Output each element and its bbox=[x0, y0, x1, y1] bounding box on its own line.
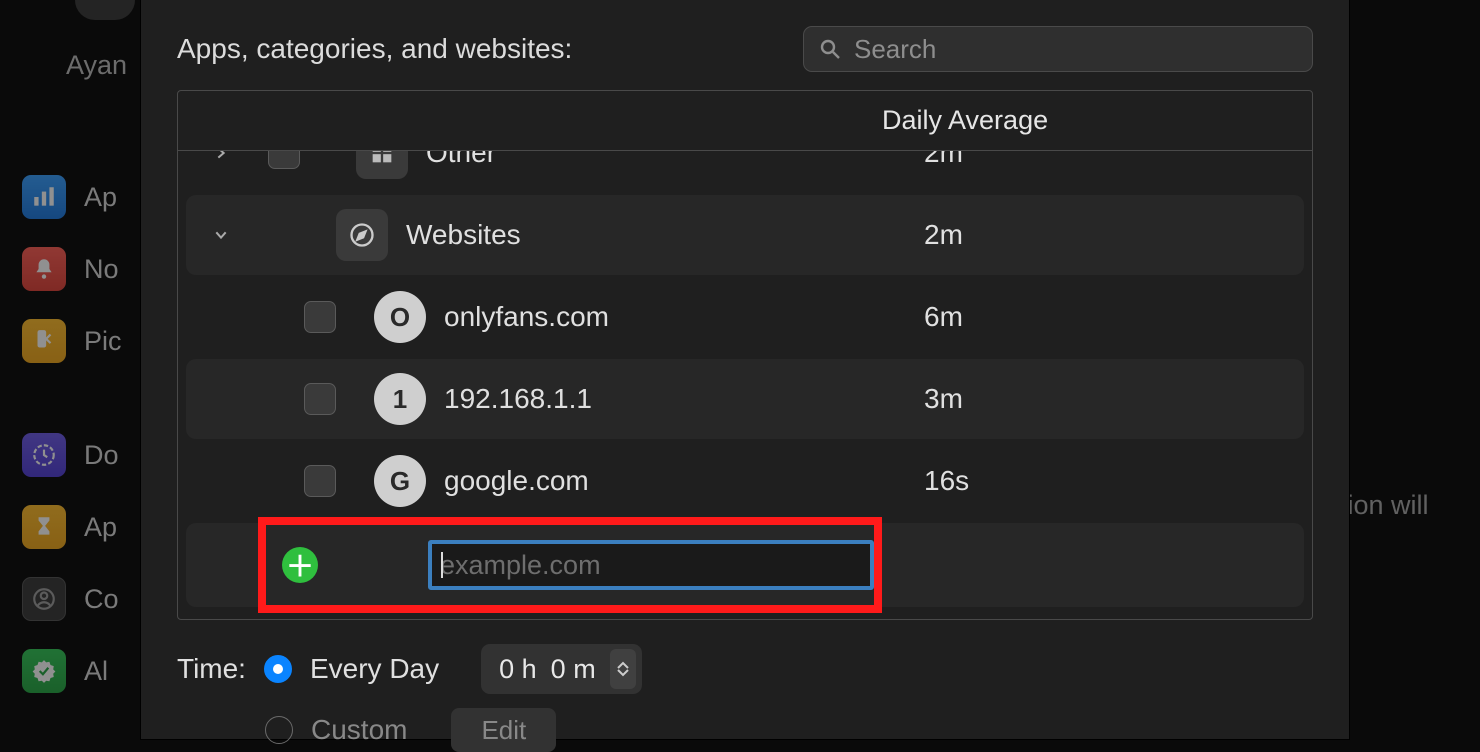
checkbox[interactable] bbox=[304, 465, 336, 497]
stepper-arrows[interactable] bbox=[610, 649, 636, 689]
sidebar-item-label: Co bbox=[84, 584, 119, 615]
checkbox[interactable] bbox=[268, 151, 300, 169]
rows-viewport[interactable]: Other 2m Websites 2m bbox=[178, 151, 1312, 620]
check-seal-icon bbox=[22, 649, 66, 693]
chevron-up-icon bbox=[617, 661, 629, 669]
sidebar-item-app-usage[interactable]: Ap bbox=[0, 161, 140, 233]
custom-label: Custom bbox=[311, 714, 407, 746]
chevron-right-icon[interactable] bbox=[206, 151, 236, 161]
background-text-fragment: tion will bbox=[1340, 490, 1480, 521]
text-caret bbox=[441, 552, 443, 578]
website-row[interactable]: 1 192.168.1.1 3m bbox=[186, 359, 1304, 439]
row-label: Other bbox=[426, 151, 924, 169]
sidebar-item-always-allowed[interactable]: Al bbox=[0, 635, 140, 707]
categories-table: Daily Average Other 2m bbox=[177, 90, 1313, 620]
sidebar-item-label: Al bbox=[84, 656, 108, 687]
add-website-input-wrap[interactable] bbox=[428, 540, 874, 590]
radio-every-day[interactable] bbox=[264, 655, 292, 683]
row-value: 3m bbox=[924, 383, 1284, 415]
bell-icon bbox=[22, 247, 66, 291]
profile-name: Ayan bbox=[66, 50, 140, 81]
add-website-row[interactable]: ＋ bbox=[186, 523, 1304, 607]
every-day-label: Every Day bbox=[310, 653, 439, 685]
checkbox[interactable] bbox=[304, 301, 336, 333]
pickup-icon bbox=[22, 319, 66, 363]
row-value: 6m bbox=[924, 301, 1284, 333]
time-custom-row: Custom Edit bbox=[177, 708, 1349, 752]
row-label: onlyfans.com bbox=[444, 301, 924, 333]
sidebar-item-label: Do bbox=[84, 440, 119, 471]
time-controls: Time: Every Day 0 h 0 m bbox=[177, 644, 1349, 694]
website-row[interactable]: G google.com 16s bbox=[186, 441, 1304, 521]
site-initial-icon: 1 bbox=[374, 373, 426, 425]
sidebar-item-notifications[interactable]: No bbox=[0, 233, 140, 305]
row-label: Websites bbox=[406, 219, 924, 251]
sidebar: Ayan Ap No Pic Do bbox=[0, 0, 140, 740]
category-icon bbox=[356, 151, 408, 179]
hours-value[interactable]: 0 h bbox=[499, 654, 537, 685]
table-header: Daily Average bbox=[178, 91, 1312, 151]
sidebar-item-label: No bbox=[84, 254, 119, 285]
compass-icon bbox=[336, 209, 388, 261]
site-initial-icon: O bbox=[374, 291, 426, 343]
minutes-value[interactable]: 0 m bbox=[551, 654, 596, 685]
bars-icon bbox=[22, 175, 66, 219]
row-value: 2m bbox=[924, 219, 1284, 251]
sidebar-item-label: Pic bbox=[84, 326, 122, 357]
sidebar-item-pickups[interactable]: Pic bbox=[0, 305, 140, 377]
sidebar-item-downtime[interactable]: Do bbox=[0, 419, 140, 491]
sidebar-item-label: Ap bbox=[84, 512, 117, 543]
row-label: 192.168.1.1 bbox=[444, 383, 924, 415]
column-daily-average: Daily Average bbox=[882, 105, 1312, 136]
edit-button[interactable]: Edit bbox=[451, 708, 556, 752]
add-website-input[interactable] bbox=[440, 550, 862, 581]
time-label: Time: bbox=[177, 653, 246, 685]
time-stepper[interactable]: 0 h 0 m bbox=[481, 644, 642, 694]
sidebar-item-app-limits[interactable]: Ap bbox=[0, 491, 140, 563]
clock-icon bbox=[22, 433, 66, 477]
sidebar-item-label: Ap bbox=[84, 182, 117, 213]
row-value: 2m bbox=[924, 151, 1284, 169]
category-row-websites[interactable]: Websites 2m bbox=[186, 195, 1304, 275]
site-initial-icon: G bbox=[374, 455, 426, 507]
background-text: tion will bbox=[1340, 490, 1480, 629]
plus-icon[interactable]: ＋ bbox=[282, 547, 318, 583]
person-icon bbox=[22, 577, 66, 621]
app-limits-sheet: Apps, categories, and websites: Daily Av… bbox=[140, 0, 1350, 740]
row-label: google.com bbox=[444, 465, 924, 497]
sheet-title: Apps, categories, and websites: bbox=[177, 33, 773, 65]
category-row-other[interactable]: Other 2m bbox=[186, 151, 1304, 193]
search-icon bbox=[818, 37, 842, 61]
profile-avatar bbox=[75, 0, 135, 20]
hourglass-icon bbox=[22, 505, 66, 549]
checkbox[interactable] bbox=[304, 383, 336, 415]
search-input[interactable] bbox=[854, 34, 1298, 65]
website-row[interactable]: O onlyfans.com 6m bbox=[186, 277, 1304, 357]
search-field[interactable] bbox=[803, 26, 1313, 72]
chevron-down-icon bbox=[617, 669, 629, 677]
row-value: 16s bbox=[924, 465, 1284, 497]
sidebar-item-communication[interactable]: Co bbox=[0, 563, 140, 635]
chevron-down-icon[interactable] bbox=[206, 227, 236, 243]
